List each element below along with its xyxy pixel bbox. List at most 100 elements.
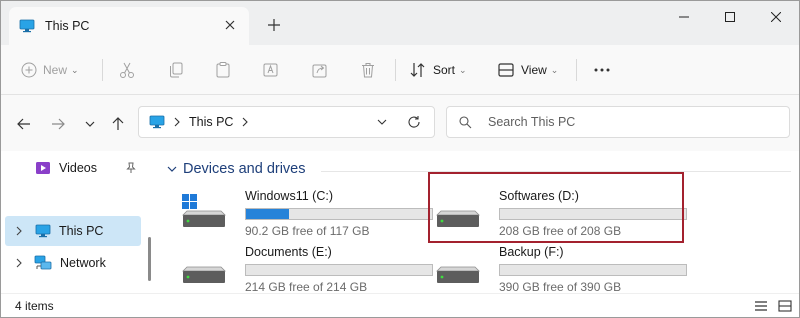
status-bar: 4 items xyxy=(1,293,799,317)
sidebar-item-videos[interactable]: Videos xyxy=(5,153,141,183)
plus-icon xyxy=(268,19,280,31)
chevron-down-icon: ⌄ xyxy=(550,64,559,75)
copy-icon xyxy=(170,62,183,78)
sort-button[interactable]: Sort ⌄ xyxy=(409,57,467,83)
nav-scrollbar-thumb[interactable] xyxy=(148,237,151,281)
chevron-down-icon xyxy=(167,166,177,172)
close-tab-button[interactable] xyxy=(221,16,239,34)
refresh-icon[interactable] xyxy=(407,115,421,129)
toolbar-divider xyxy=(102,59,103,81)
share-button[interactable] xyxy=(311,57,329,83)
back-button[interactable] xyxy=(13,113,35,135)
drive-icon xyxy=(182,266,226,283)
paste-button[interactable] xyxy=(214,57,232,83)
drive-name: Windows11 (C:) xyxy=(245,189,333,203)
recent-locations-button[interactable] xyxy=(79,113,101,135)
new-button[interactable]: New ⌄ xyxy=(21,57,79,83)
new-label: New xyxy=(43,63,68,77)
sidebar-item-this-pc[interactable]: This PC xyxy=(5,216,141,246)
drive-free-space: 90.2 GB free of 117 GB xyxy=(245,224,370,238)
cut-icon xyxy=(120,62,134,78)
more-options-button[interactable] xyxy=(593,57,611,83)
toolbar-divider xyxy=(395,59,396,81)
drive-usage-bar xyxy=(245,264,433,276)
video-icon xyxy=(36,162,50,174)
new-tab-button[interactable] xyxy=(263,14,285,36)
tiles-view-icon[interactable] xyxy=(777,298,793,314)
chevron-right-icon[interactable] xyxy=(241,117,249,127)
drive-usage-fill xyxy=(246,209,289,219)
content-area: Devices and drives Windows11 (C:) 90.2 G… xyxy=(161,151,797,294)
pin-icon[interactable] xyxy=(125,162,137,174)
share-icon xyxy=(312,64,327,78)
close-icon xyxy=(771,12,781,22)
details-view-icon[interactable] xyxy=(753,298,769,314)
drive-free-space: 390 GB free of 390 GB xyxy=(499,280,622,294)
up-icon xyxy=(112,117,124,130)
address-row: This PC Search This PC xyxy=(1,95,799,151)
item-count: 4 items xyxy=(15,298,54,313)
tab-title: This PC xyxy=(45,19,90,33)
close-icon xyxy=(225,20,235,30)
drive-name: Backup (F:) xyxy=(499,245,564,259)
minimize-icon xyxy=(679,16,689,18)
search-input[interactable]: Search This PC xyxy=(488,115,575,129)
copy-button[interactable] xyxy=(167,57,185,83)
chevron-down-icon xyxy=(85,121,95,127)
chevron-down-icon: ⌄ xyxy=(459,64,467,75)
toolbar-divider xyxy=(576,59,577,81)
sort-label: Sort xyxy=(433,63,456,77)
sort-icon xyxy=(410,63,425,77)
view-icon xyxy=(498,63,514,77)
rename-icon xyxy=(263,63,278,77)
sidebar-item-label: Network xyxy=(60,256,106,270)
monitor-icon xyxy=(149,115,165,129)
delete-icon xyxy=(362,63,374,78)
forward-icon xyxy=(52,118,65,130)
navigation-pane: Videos This PC Network xyxy=(1,151,153,293)
maximize-icon xyxy=(725,12,735,22)
plus-circle-icon xyxy=(21,62,37,78)
chevron-right-icon[interactable] xyxy=(15,226,23,236)
delete-button[interactable] xyxy=(359,57,377,83)
tab-this-pc[interactable]: This PC xyxy=(9,7,249,45)
drive-icon xyxy=(436,266,480,283)
breadcrumb-this-pc[interactable]: This PC xyxy=(189,115,233,129)
file-explorer-window: This PC New ⌄ Sort ⌄ View ⌄ This PC Sear… xyxy=(0,0,800,318)
forward-button[interactable] xyxy=(47,113,69,135)
group-title: Devices and drives xyxy=(183,161,306,177)
cut-button[interactable] xyxy=(118,57,136,83)
group-header-devices[interactable]: Devices and drives xyxy=(167,161,306,177)
up-button[interactable] xyxy=(107,113,129,135)
sidebar-item-label: This PC xyxy=(59,224,104,238)
drive-item[interactable]: Documents (E:) 214 GB free of 214 GB xyxy=(181,241,433,297)
close-window-button[interactable] xyxy=(753,1,799,33)
rename-button[interactable] xyxy=(262,57,280,83)
title-bar: This PC xyxy=(1,1,799,45)
address-bar[interactable]: This PC xyxy=(138,106,435,138)
sidebar-item-label: Videos xyxy=(59,161,97,175)
view-button[interactable]: View ⌄ xyxy=(497,57,558,83)
minimize-button[interactable] xyxy=(661,1,707,33)
chevron-right-icon[interactable] xyxy=(15,258,23,268)
sidebar-item-network[interactable]: Network xyxy=(5,248,141,278)
paste-icon xyxy=(216,62,230,78)
network-icon xyxy=(34,255,52,270)
drive-usage-bar xyxy=(245,208,433,220)
drive-free-space: 214 GB free of 214 GB xyxy=(245,280,368,294)
more-icon xyxy=(594,68,610,72)
drive-usage-bar xyxy=(499,264,687,276)
chevron-down-icon[interactable] xyxy=(377,117,387,127)
back-icon xyxy=(17,118,30,130)
search-box[interactable]: Search This PC xyxy=(446,106,790,138)
chevron-down-icon: ⌄ xyxy=(71,64,79,75)
monitor-icon xyxy=(19,19,35,33)
command-bar: New ⌄ Sort ⌄ View ⌄ xyxy=(1,45,799,95)
chevron-right-icon xyxy=(174,117,180,127)
drive-item[interactable]: Windows11 (C:) 90.2 GB free of 117 GB xyxy=(181,185,433,241)
monitor-icon xyxy=(35,224,51,238)
highlight-box xyxy=(428,172,684,243)
drive-item[interactable]: Backup (F:) 390 GB free of 390 GB xyxy=(435,241,687,297)
maximize-button[interactable] xyxy=(707,1,753,33)
search-icon xyxy=(459,115,472,128)
